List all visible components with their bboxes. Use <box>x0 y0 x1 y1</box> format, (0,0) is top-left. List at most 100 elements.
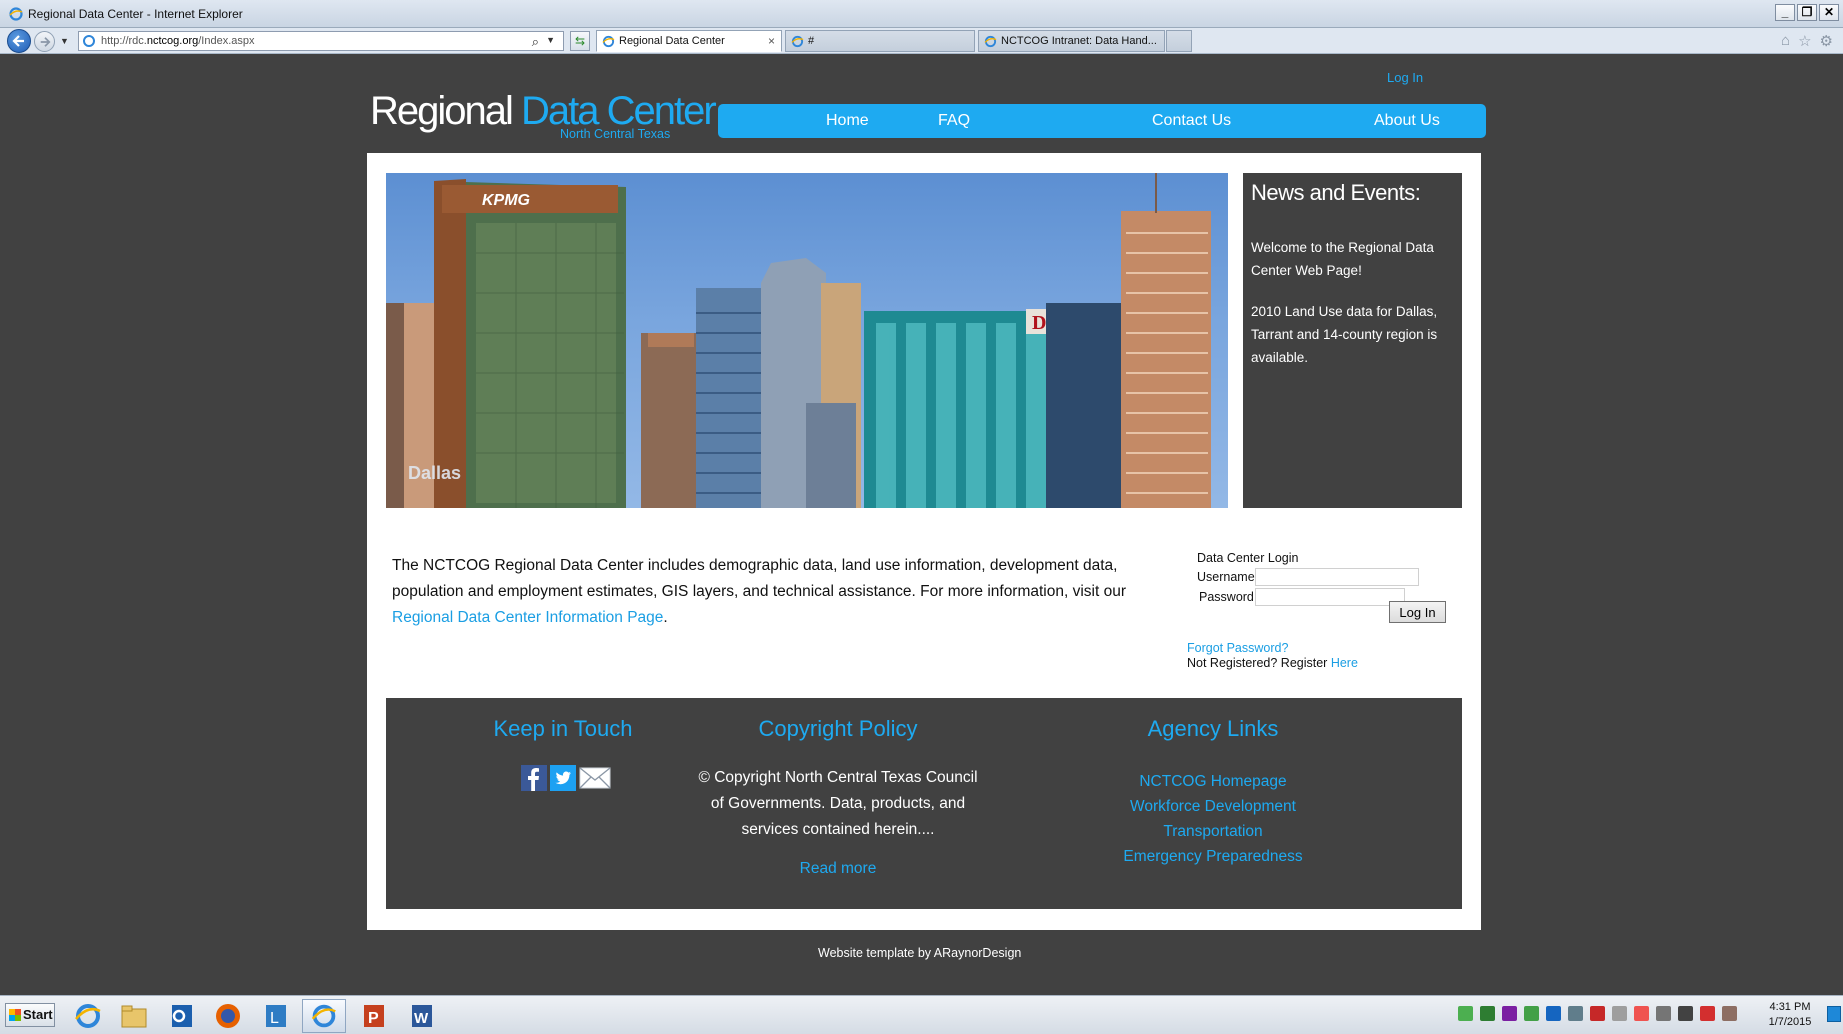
hero-caption: Dallas <box>408 463 462 483</box>
agency-link-workforce-development[interactable]: Workforce Development <box>1036 794 1390 819</box>
news-and-events-panel: News and Events: Welcome to the Regional… <box>1243 173 1462 508</box>
login-title: Data Center Login <box>1197 551 1299 565</box>
taskbar-file-explorer-icon[interactable] <box>112 999 156 1033</box>
kpmg-sign: KPMG <box>482 192 530 209</box>
restore-button[interactable]: ❐ <box>1797 4 1817 21</box>
ie-page-icon <box>602 35 615 48</box>
windows-taskbar: Start L P W 4:31 PM 1/7/2015 <box>0 995 1843 1034</box>
refresh-button[interactable]: ⇆ <box>570 31 590 51</box>
tab-close-icon[interactable]: × <box>768 31 775 51</box>
header-login-link[interactable]: Log In <box>1387 70 1423 85</box>
ie-page-icon <box>984 35 997 48</box>
tray-outlook-icon[interactable] <box>1546 1006 1561 1021</box>
history-dropdown-icon[interactable]: ▼ <box>60 36 69 46</box>
tray-security-icon[interactable] <box>1590 1006 1605 1021</box>
copyright-text: © Copyright North Central Texas Council … <box>698 769 978 838</box>
tray-alert-icon[interactable] <box>1700 1006 1715 1021</box>
tray-sync-icon[interactable] <box>1458 1006 1473 1021</box>
password-label: Password: <box>1199 590 1258 604</box>
tray-app-icon[interactable] <box>1502 1006 1517 1021</box>
settings-gear-icon[interactable]: ⚙ <box>1820 32 1833 50</box>
d-sign: D <box>1032 312 1046 334</box>
tray-excel-icon[interactable] <box>1524 1006 1539 1021</box>
footer-panel: Keep in Touch Copyright Policy © Copyrig… <box>386 698 1462 909</box>
minimize-button[interactable]: _ <box>1775 4 1795 21</box>
skyline-illustration: KPMG D <box>386 173 1211 508</box>
news-heading: News and Events: <box>1251 180 1421 205</box>
tray-flag-icon[interactable] <box>1634 1006 1649 1021</box>
site-logo[interactable]: Regional Data Center <box>370 91 717 131</box>
svg-text:L: L <box>270 1010 279 1027</box>
close-button[interactable]: ✕ <box>1819 4 1839 21</box>
tray-volume-icon[interactable] <box>1722 1006 1737 1021</box>
rdc-info-page-link[interactable]: Regional Data Center Information Page <box>392 609 663 626</box>
tray-audio-icon[interactable] <box>1568 1006 1583 1021</box>
agency-link-emergency-preparedness[interactable]: Emergency Preparedness <box>1036 844 1390 869</box>
news-item: Welcome to the Regional Data Center Web … <box>1251 240 1434 278</box>
taskbar-clock[interactable]: 4:31 PM 1/7/2015 <box>1760 1000 1820 1030</box>
taskbar-internet-explorer-active-icon[interactable] <box>302 999 346 1033</box>
register-text: Not Registered? Register Here <box>1187 656 1358 670</box>
back-button[interactable] <box>7 29 31 53</box>
forgot-password-link[interactable]: Forgot Password? <box>1187 641 1288 655</box>
agency-link-transportation[interactable]: Transportation <box>1036 819 1390 844</box>
agency-link-nctcog-homepage[interactable]: NCTCOG Homepage <box>1036 769 1390 794</box>
page-viewport: Regional Data Center North Central Texas… <box>5 55 1843 995</box>
login-button[interactable]: Log In <box>1389 601 1446 623</box>
tab-regional-data-center[interactable]: Regional Data Center × <box>596 30 782 52</box>
home-icon[interactable]: ⌂ <box>1781 32 1790 50</box>
register-here-link[interactable]: Here <box>1331 656 1358 670</box>
tray-monitor-icon[interactable] <box>1678 1006 1693 1021</box>
news-item: 2010 Land Use data for Dallas, Tarrant a… <box>1251 304 1438 365</box>
window-title-bar: Regional Data Center - Internet Explorer… <box>0 0 1843 28</box>
read-more-link[interactable]: Read more <box>696 860 980 878</box>
taskbar-internet-explorer-icon[interactable] <box>66 999 110 1033</box>
hero-image-dallas-skyline: KPMG D Dallas <box>386 173 1228 508</box>
tab-nctcog-intranet[interactable]: NCTCOG Intranet: Data Hand... <box>978 30 1165 52</box>
nav-faq[interactable]: FAQ <box>938 112 970 130</box>
forward-button[interactable] <box>34 31 55 52</box>
search-icon[interactable]: ⌕ <box>532 34 539 50</box>
address-bar[interactable]: http://rdc.nctcog.org/Index.aspx ⌕ ▼ <box>78 31 564 51</box>
taskbar-firefox-icon[interactable] <box>206 999 250 1033</box>
data-center-login-form: Data Center Login Username: Password: Lo… <box>1187 551 1457 691</box>
nav-about-us[interactable]: About Us <box>1374 112 1440 130</box>
forward-arrow-icon <box>40 37 51 47</box>
favorites-star-icon[interactable]: ☆ <box>1798 32 1811 50</box>
content-container: KPMG D Dallas News and Events: Welcome t… <box>367 153 1481 930</box>
nav-contact-us[interactable]: Contact Us <box>1152 112 1231 130</box>
nav-home[interactable]: Home <box>826 112 869 130</box>
address-dropdown-icon[interactable]: ▼ <box>546 35 555 45</box>
system-tray <box>1458 1006 1737 1021</box>
tab-hash[interactable]: # <box>785 30 975 52</box>
taskbar-powerpoint-icon[interactable]: P <box>352 999 396 1033</box>
windows-flag-icon <box>9 1009 21 1021</box>
password-input[interactable] <box>1255 588 1405 606</box>
copyright-heading: Copyright Policy <box>758 716 918 741</box>
tray-network-icon[interactable] <box>1480 1006 1495 1021</box>
tray-misc-icon[interactable] <box>1612 1006 1627 1021</box>
intro-paragraph: The NCTCOG Regional Data Center includes… <box>392 557 1127 626</box>
internet-explorer-icon <box>9 7 23 21</box>
email-icon[interactable] <box>579 765 611 791</box>
twitter-icon[interactable] <box>550 765 576 791</box>
ie-page-icon <box>791 35 804 48</box>
address-url: http://rdc.nctcog.org/Index.aspx <box>101 35 255 47</box>
taskbar-outlook-icon[interactable] <box>160 999 204 1033</box>
tab-label: NCTCOG Intranet: Data Hand... <box>1001 35 1157 47</box>
username-input[interactable] <box>1255 568 1419 586</box>
taskbar-lync-icon[interactable]: L <box>254 999 298 1033</box>
tab-label: # <box>808 35 815 47</box>
tray-device-icon[interactable] <box>1656 1006 1671 1021</box>
agency-links-heading: Agency Links <box>1147 716 1279 741</box>
svg-text:P: P <box>368 1010 379 1027</box>
start-button[interactable]: Start <box>5 1003 55 1027</box>
keep-in-touch-heading: Keep in Touch <box>493 716 633 741</box>
svg-text:W: W <box>414 1010 429 1027</box>
taskbar-word-icon[interactable]: W <box>400 999 444 1033</box>
new-tab-button[interactable] <box>1166 30 1192 52</box>
facebook-icon[interactable] <box>521 765 547 791</box>
browser-toolbar: ▼ http://rdc.nctcog.org/Index.aspx ⌕ ▼ ⇆… <box>0 28 1843 54</box>
page-icon <box>83 35 95 47</box>
show-desktop-button[interactable] <box>1827 1006 1841 1022</box>
